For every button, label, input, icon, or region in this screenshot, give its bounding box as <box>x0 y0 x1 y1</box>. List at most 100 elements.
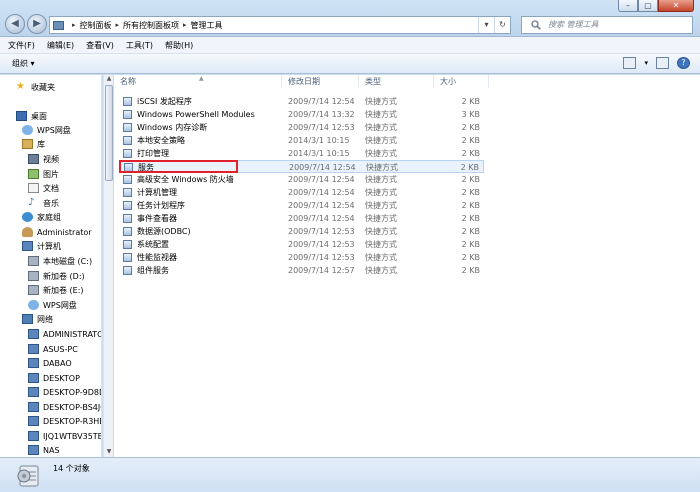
nav-user[interactable]: Administrator <box>22 225 92 239</box>
file-name: 数据源(ODBC) <box>137 227 191 236</box>
nav-documents[interactable]: 文档 <box>28 181 59 195</box>
breadcrumb-separator[interactable]: ▸ <box>183 21 187 29</box>
file-row[interactable]: 组件服务 2009/7/14 12:57 快捷方式 2 KB <box>120 264 484 277</box>
address-bar[interactable]: ▸ 控制面板 ▸ 所有控制面板项 ▸ 管理工具 ▾ ↻ <box>49 16 511 34</box>
nav-label: 收藏夹 <box>31 82 55 92</box>
breadcrumb-all-items[interactable]: 所有控制面板项 <box>123 20 179 31</box>
nav-wps-cloud[interactable]: WPS网盘 <box>22 123 71 137</box>
nav-host[interactable]: IJQ1WTBV35TBZ <box>28 429 101 443</box>
computer-icon <box>28 402 39 412</box>
nav-host[interactable]: ADMINISTRATO <box>28 327 101 341</box>
nav-disk-e[interactable]: 新加卷 (E:) <box>28 283 84 297</box>
file-row[interactable]: 本地安全策略 2014/3/1 10:15 快捷方式 2 KB <box>120 134 484 147</box>
file-row[interactable]: 事件查看器 2009/7/14 12:54 快捷方式 2 KB <box>120 212 484 225</box>
help-icon[interactable]: ? <box>677 57 690 69</box>
organize-button[interactable]: 组织 ▾ <box>12 58 35 69</box>
document-icon <box>28 183 39 193</box>
file-row-selected[interactable]: 服务 2009/7/14 12:54 快捷方式 2 KB <box>120 160 484 173</box>
nav-disk-d[interactable]: 新加卷 (D:) <box>28 269 85 283</box>
title-bar: – ▢ ✕ ◀ ▶ ▾ ▸ 控制面板 ▸ 所有控制面板项 ▸ 管理工具 ▾ ↻ … <box>0 0 700 37</box>
nav-pictures[interactable]: 图片 <box>28 167 59 181</box>
file-row[interactable]: 数据源(ODBC) 2009/7/14 12:53 快捷方式 2 KB <box>120 225 484 238</box>
nav-homegroup[interactable]: 家庭组 <box>22 210 61 224</box>
computer-icon <box>28 431 39 441</box>
breadcrumb-control-panel[interactable]: 控制面板 <box>80 20 112 31</box>
nav-desktop[interactable]: 桌面 <box>16 109 47 123</box>
file-date: 2009/7/14 12:54 <box>288 175 355 184</box>
breadcrumb-separator[interactable]: ▸ <box>72 21 76 29</box>
file-row[interactable]: 计算机管理 2009/7/14 12:54 快捷方式 2 KB <box>120 186 484 199</box>
nav-label: DESKTOP <box>43 373 80 383</box>
scroll-down-arrow-icon[interactable]: ▼ <box>104 448 114 457</box>
menu-file[interactable]: 文件(F) <box>8 40 35 51</box>
file-row[interactable]: 打印管理 2014/3/1 10:15 快捷方式 2 KB <box>120 147 484 160</box>
file-row[interactable]: 系统配置 2009/7/14 12:53 快捷方式 2 KB <box>120 238 484 251</box>
shortcut-icon <box>123 266 132 275</box>
shortcut-icon <box>123 110 132 119</box>
scroll-up-arrow-icon[interactable]: ▲ <box>104 75 114 84</box>
forward-arrow-icon[interactable]: ▶ <box>27 14 47 34</box>
nav-label: 视频 <box>43 154 59 164</box>
menu-tools[interactable]: 工具(T) <box>126 40 153 51</box>
file-row[interactable]: 性能监视器 2009/7/14 12:53 快捷方式 2 KB <box>120 251 484 264</box>
file-type: 快捷方式 <box>365 97 397 106</box>
change-view-icon[interactable] <box>623 57 637 69</box>
close-button[interactable]: ✕ <box>658 0 694 12</box>
menu-edit[interactable]: 编辑(E) <box>47 40 74 51</box>
shortcut-icon <box>123 175 132 184</box>
file-name: 本地安全策略 <box>137 136 185 145</box>
nav-host[interactable]: DESKTOP <box>28 371 80 385</box>
file-type: 快捷方式 <box>365 136 397 145</box>
file-type: 快捷方式 <box>365 175 397 184</box>
nav-host[interactable]: DESKTOP-R3HEF <box>28 414 101 428</box>
menu-help[interactable]: 帮助(H) <box>165 40 193 51</box>
file-row[interactable]: 高级安全 Windows 防火墙 2009/7/14 12:54 快捷方式 2 … <box>120 173 484 186</box>
file-name: 事件查看器 <box>137 214 177 223</box>
preview-pane-icon[interactable] <box>656 57 669 69</box>
back-arrow-icon[interactable]: ◀ <box>5 14 25 34</box>
file-size: 2 KB <box>461 175 480 184</box>
nav-label: 家庭组 <box>37 212 61 222</box>
nav-wps-cloud-2[interactable]: WPS网盘 <box>28 298 77 312</box>
nav-music[interactable]: ♪ 音乐 <box>28 196 59 210</box>
nav-host[interactable]: DESKTOP-9D8DI <box>28 385 101 399</box>
file-row[interactable]: Windows 内存诊断 2009/7/14 12:53 快捷方式 2 KB <box>120 121 484 134</box>
nav-host[interactable]: ASUS-PC <box>28 342 78 356</box>
nav-host[interactable]: NAS <box>28 443 60 457</box>
toolbar-right: ▾ ? <box>623 57 690 69</box>
minimize-button[interactable]: – <box>618 0 638 12</box>
nav-scrollbar[interactable]: ▲ ▼ <box>103 75 113 457</box>
nav-label: ASUS-PC <box>43 344 78 354</box>
menu-view[interactable]: 查看(V) <box>86 40 114 51</box>
view-dropdown-icon[interactable]: ▾ <box>644 59 648 67</box>
nav-disk-c[interactable]: 本地磁盘 (C:) <box>28 254 92 268</box>
breadcrumb-admin-tools[interactable]: 管理工具 <box>191 20 223 31</box>
picture-icon <box>28 169 39 179</box>
nav-favorites[interactable]: ★ 收藏夹 <box>16 80 55 94</box>
scrollbar-thumb[interactable] <box>105 85 113 181</box>
nav-computer[interactable]: 计算机 <box>22 239 61 253</box>
nav-videos[interactable]: 视频 <box>28 152 59 166</box>
file-date: 2009/7/14 12:53 <box>288 123 355 132</box>
maximize-button[interactable]: ▢ <box>638 0 658 12</box>
file-row[interactable]: Windows PowerShell Modules 2009/7/14 13:… <box>120 108 484 121</box>
column-header-size[interactable]: 大小 <box>434 75 489 88</box>
column-header-type[interactable]: 类型 <box>359 75 434 88</box>
nav-network[interactable]: 网络 <box>22 312 53 326</box>
nav-label: NAS <box>43 445 60 455</box>
column-header-name[interactable]: ▲ 名称 <box>114 75 282 88</box>
file-date: 2014/3/1 10:15 <box>288 136 350 145</box>
nav-library[interactable]: 库 <box>22 137 45 151</box>
nav-host[interactable]: DESKTOP-BS4JC <box>28 400 101 414</box>
file-type: 快捷方式 <box>365 240 397 249</box>
refresh-button[interactable]: ↻ <box>494 17 510 33</box>
file-row[interactable]: 任务计划程序 2009/7/14 12:54 快捷方式 2 KB <box>120 199 484 212</box>
file-type: 快捷方式 <box>365 253 397 262</box>
nav-host[interactable]: DABAO <box>28 356 72 370</box>
nav-label: IJQ1WTBV35TBZ <box>43 431 101 441</box>
column-header-date[interactable]: 修改日期 <box>282 75 359 88</box>
address-dropdown-icon[interactable]: ▾ <box>478 17 494 33</box>
breadcrumb-separator[interactable]: ▸ <box>116 21 120 29</box>
search-input[interactable]: 搜索 管理工具 <box>521 16 693 34</box>
file-row[interactable]: iSCSI 发起程序 2009/7/14 12:54 快捷方式 2 KB <box>120 95 484 108</box>
